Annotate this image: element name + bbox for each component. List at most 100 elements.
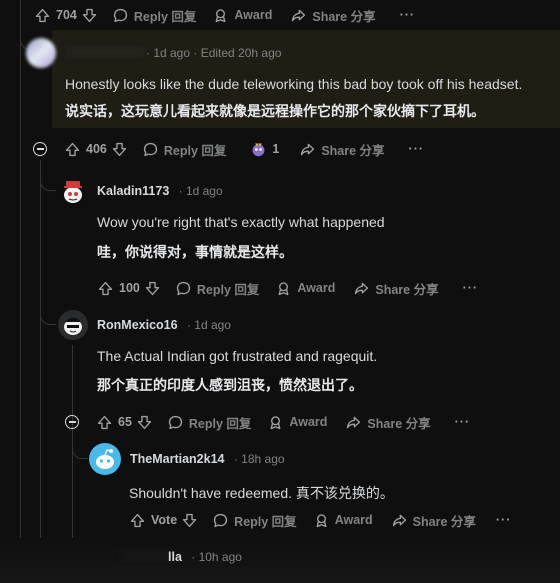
username[interactable]: TheMartian2k14 — [130, 452, 224, 466]
upvote-button[interactable]: 100 — [97, 280, 140, 297]
award-badge[interactable]: 1 — [250, 141, 279, 158]
award-count: 1 — [272, 142, 280, 156]
timestamp: · 1d ago — [178, 184, 223, 198]
comment-action-bar: 406 Reply 回复 1 Share 分享 ··· — [64, 137, 424, 161]
comment-translation: 说实话，这玩意儿看起来就像是远程操作它的那个家伙摘下了耳机。 — [65, 103, 485, 119]
upvote-button[interactable]: 65 — [96, 414, 132, 431]
share-label: Share 分享 — [412, 514, 476, 529]
share-button[interactable]: Share 分享 — [353, 279, 439, 298]
award-icon — [278, 281, 289, 295]
award-label: Award — [289, 415, 328, 429]
collapse-thread-button[interactable] — [65, 415, 79, 429]
comment-text: Wow you're right that's exactly what hap… — [97, 214, 385, 230]
share-label: Share 分享 — [367, 416, 431, 431]
username[interactable]: RonMexico16 — [97, 318, 178, 332]
award-button[interactable]: Award — [313, 512, 373, 529]
award-label: Award — [334, 513, 373, 527]
downvote-button[interactable] — [136, 414, 153, 431]
avatar[interactable] — [58, 310, 88, 340]
thread-line — [40, 160, 41, 583]
more-options-button[interactable]: ··· — [496, 513, 512, 527]
collapse-thread-button[interactable] — [33, 142, 47, 156]
snoo-avatar-icon — [64, 181, 82, 203]
comment-action-bar: 100 Reply 回复 Award Share 分享 ··· — [97, 276, 478, 300]
award-button[interactable]: Award — [267, 414, 327, 431]
upvote-button[interactable]: 704 — [34, 7, 77, 24]
snoo-avatar-icon — [64, 317, 82, 335]
reply-button[interactable]: Reply 回复 — [142, 140, 227, 159]
more-options-button[interactable]: ··· — [409, 142, 425, 156]
comment-meta: TheMartian2k14 · 18h ago — [130, 452, 285, 466]
thread-connector — [72, 447, 88, 459]
share-label: Share 分享 — [375, 282, 439, 297]
reply-label: Reply 回复 — [234, 514, 297, 529]
vote-count: 406 — [86, 142, 107, 156]
snoo-avatar-icon — [96, 449, 114, 469]
reply-label: Reply 回复 — [188, 416, 252, 431]
comment-meta: Kaladin1173 · 1d ago — [97, 184, 223, 198]
comment-text: The Actual Indian got frustrated and rag… — [97, 348, 378, 364]
downvote-icon — [112, 142, 126, 156]
share-icon — [355, 282, 369, 294]
comment-icon — [113, 8, 127, 22]
share-button[interactable]: Share 分享 — [391, 511, 476, 530]
comment-translation: 哇，你说得对，事情就是这样。 — [97, 244, 293, 260]
reply-button[interactable]: Reply 回复 — [175, 279, 260, 298]
award-button[interactable]: Award — [275, 280, 335, 297]
share-icon — [347, 416, 361, 428]
timestamp: · 1d ago — [186, 318, 231, 332]
redacted-username — [66, 46, 146, 58]
thread-connector — [40, 313, 56, 325]
upvote-icon — [65, 142, 80, 156]
share-button[interactable]: Share 分享 — [299, 140, 385, 159]
username[interactable]: lla — [168, 550, 182, 564]
thread-connector — [40, 179, 56, 191]
reply-label: Reply 回复 — [196, 282, 260, 297]
downvote-icon — [145, 281, 159, 295]
vote-label: Vote — [151, 513, 178, 527]
avatar[interactable] — [89, 443, 121, 475]
reply-button[interactable]: Reply 回复 — [212, 511, 297, 530]
comment-translation: 那个真正的印度人感到沮丧，愤然退出了。 — [97, 377, 363, 393]
share-button[interactable]: Share 分享 — [345, 413, 431, 432]
share-icon — [292, 9, 306, 21]
bottom-fade — [0, 538, 560, 583]
award-label: Award — [234, 8, 273, 22]
upvote-icon — [97, 415, 112, 429]
top-action-bar: 704 Reply 回复 Award Share 分享 ··· — [34, 3, 415, 27]
share-icon — [392, 514, 406, 526]
more-options-button[interactable]: ··· — [400, 8, 416, 22]
comment-text: Honestly looks like the dude teleworking… — [65, 76, 523, 92]
more-options-button[interactable]: ··· — [455, 415, 471, 429]
reply-label: Reply 回复 — [163, 143, 227, 158]
upvote-button[interactable]: Vote — [129, 512, 177, 529]
downvote-icon — [137, 415, 152, 429]
avatar[interactable] — [58, 176, 88, 206]
comment-text: Shouldn't have redeemed. 真不该兑换的。 — [129, 485, 394, 501]
vote-count: 100 — [119, 281, 140, 295]
more-options-button[interactable]: ··· — [463, 281, 479, 295]
award-emoji-icon — [252, 143, 265, 156]
avatar[interactable] — [26, 38, 56, 68]
comment-icon — [143, 142, 157, 156]
username[interactable]: Kaladin1173 — [97, 184, 169, 198]
reply-button[interactable]: Reply 回复 — [112, 6, 197, 25]
reply-button[interactable]: Reply 回复 — [167, 413, 252, 432]
award-button[interactable]: Award — [212, 7, 272, 24]
timestamp: · 18h ago — [233, 452, 285, 466]
downvote-button[interactable] — [111, 141, 128, 158]
thread-line — [20, 0, 21, 583]
reply-label: Reply 回复 — [133, 9, 197, 24]
downvote-icon — [183, 513, 197, 527]
timestamp: · 10h ago — [191, 550, 242, 564]
downvote-icon — [82, 8, 96, 22]
downvote-button[interactable] — [81, 7, 98, 24]
award-icon — [215, 8, 226, 22]
share-label: Share 分享 — [312, 9, 376, 24]
share-button[interactable]: Share 分享 — [290, 6, 376, 25]
redacted-username — [120, 549, 172, 561]
downvote-button[interactable] — [144, 280, 161, 297]
upvote-button[interactable]: 406 — [64, 141, 107, 158]
upvote-icon — [35, 8, 50, 22]
downvote-button[interactable] — [181, 512, 198, 529]
